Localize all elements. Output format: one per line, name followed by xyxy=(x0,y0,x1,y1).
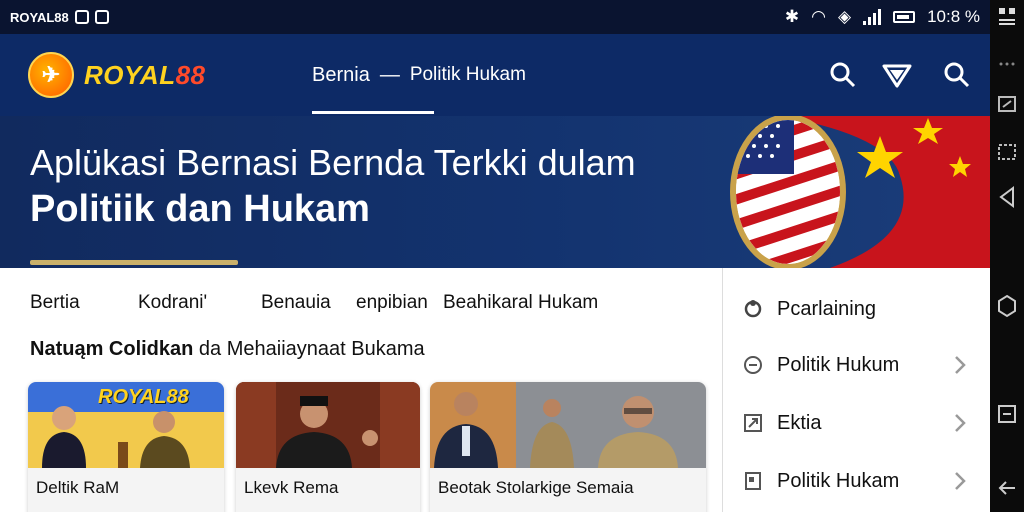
expand-icon xyxy=(744,414,762,432)
app-notification-icon xyxy=(74,10,89,24)
side-menu-label: Pcarlaining xyxy=(777,297,876,320)
hero-title-line2: Politiik dan Hukam xyxy=(30,188,370,230)
share-icon xyxy=(744,300,762,318)
news-card[interactable]: Beotak Stolarkige Semaia xyxy=(430,382,706,512)
bluetooth-icon: ✱ xyxy=(784,7,800,26)
news-card-image xyxy=(236,382,420,468)
vpn-icon: ◈ xyxy=(837,7,852,26)
doc-icon xyxy=(745,472,761,490)
arrow-left-icon[interactable] xyxy=(997,478,1017,498)
home-icon[interactable] xyxy=(997,294,1017,318)
status-bar: ROYAL88 ✱ ◠ ◈ 10:8 % xyxy=(0,0,990,34)
signal-icon xyxy=(863,9,882,25)
side-menu-item[interactable]: Politik Hukam xyxy=(743,466,973,496)
logo[interactable]: ✈ ROYAL88 xyxy=(28,52,206,98)
category-item[interactable]: Kodrani' xyxy=(138,292,207,314)
hero-title-line1: Aplükasi Bernasi Bernda Terkki dulam xyxy=(30,142,636,183)
nav-tab-active[interactable]: Bernia — Politik Hukam xyxy=(312,34,548,116)
system-nav-bar xyxy=(990,0,1024,512)
nav-separator: — xyxy=(379,63,400,86)
side-menu-label: Politik Hukam xyxy=(777,469,900,492)
back-icon[interactable] xyxy=(997,186,1017,208)
minus-circle-icon xyxy=(744,356,762,374)
menu-icon[interactable] xyxy=(997,6,1017,26)
main-content: Bertia Kodrani' Benauia enpibian Beahika… xyxy=(0,268,722,512)
carrier-label: ROYAL88 xyxy=(10,9,69,25)
hero-banner: Aplükasi Bernasi Bernda Terkki dulam Pol… xyxy=(0,116,990,268)
send-icon[interactable] xyxy=(882,60,912,90)
news-card-caption: Lkevk Rema xyxy=(244,478,339,497)
active-tab-indicator xyxy=(312,111,434,114)
side-menu-item[interactable]: Pcarlaining xyxy=(743,294,973,324)
category-item[interactable]: Bertia xyxy=(30,292,80,314)
side-menu: Pcarlaining Politik Hukum Ektia Politik … xyxy=(722,268,990,512)
logo-mark-icon: ✈ xyxy=(28,52,74,98)
section-heading: Natuąm Colidkan da Mehaiiaynaat Bukama xyxy=(30,338,425,360)
search-icon-secondary[interactable] xyxy=(942,60,972,90)
news-card[interactable]: ROYAL88 Deltik RaM xyxy=(28,382,224,512)
more-icon[interactable] xyxy=(997,54,1017,74)
side-menu-item[interactable]: Politik Hukum xyxy=(743,350,973,380)
wifi-icon: ◠ xyxy=(811,7,826,26)
app-header: ✈ ROYAL88 Bernia — Politik Hukam xyxy=(0,34,990,116)
chevron-right-icon xyxy=(955,356,966,374)
chevron-right-icon xyxy=(955,472,966,490)
category-item[interactable]: Benauia xyxy=(261,292,331,314)
category-item[interactable]: enpibian xyxy=(356,292,428,314)
news-card-caption: Beotak Stolarkige Semaia xyxy=(438,478,634,497)
card-banner-logo: ROYAL88 xyxy=(98,386,189,408)
news-card[interactable]: Lkevk Rema xyxy=(236,382,420,512)
overview-icon[interactable] xyxy=(997,404,1017,424)
news-card-caption: Deltik RaM xyxy=(36,478,120,497)
camera-notification-icon xyxy=(94,10,109,24)
logo-text: ROYAL88 xyxy=(84,59,206,90)
nav-main-label: Bernia xyxy=(312,63,370,86)
battery-icon xyxy=(893,11,916,23)
search-icon[interactable] xyxy=(828,60,858,90)
screenshot-icon[interactable] xyxy=(997,142,1017,162)
hero-accent-bar xyxy=(30,260,238,265)
nav-sub-label: Politik Hukam xyxy=(409,64,526,85)
side-menu-label: Ektia xyxy=(777,411,822,434)
category-item[interactable]: Beahikaral Hukam xyxy=(443,292,598,314)
flags-illustration xyxy=(730,116,990,268)
side-menu-item[interactable]: Ektia xyxy=(743,408,973,438)
recents-icon[interactable] xyxy=(997,94,1017,114)
side-menu-label: Politik Hukum xyxy=(777,353,900,376)
news-card-image xyxy=(430,382,706,468)
chevron-right-icon xyxy=(955,414,966,432)
clock: 10:8 % xyxy=(927,7,980,26)
